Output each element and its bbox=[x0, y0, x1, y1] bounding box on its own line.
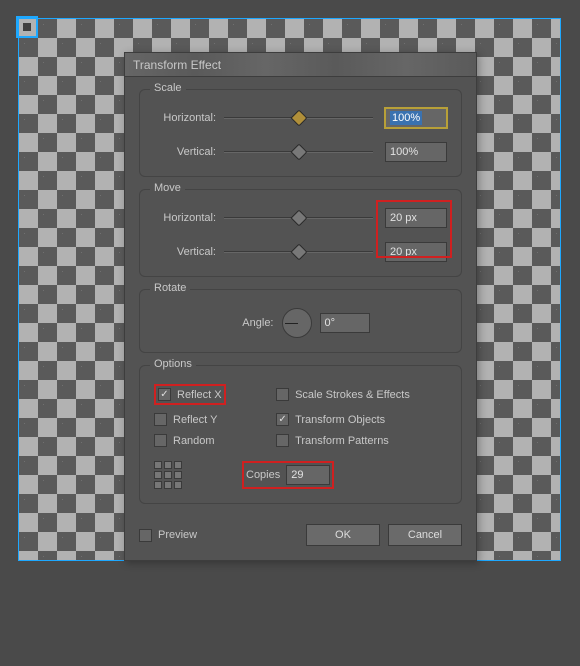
options-legend: Options bbox=[150, 358, 196, 370]
angle-dial[interactable] bbox=[282, 308, 312, 338]
transform-patterns-label: Transform Patterns bbox=[295, 435, 389, 447]
preview-label: Preview bbox=[158, 529, 197, 541]
checkbox-icon: ✓ bbox=[276, 413, 289, 426]
slider-thumb-icon[interactable] bbox=[290, 244, 307, 261]
scale-section: Scale Horizontal: 100% Vertical: 100% bbox=[139, 89, 462, 177]
copies-label: Copies bbox=[246, 469, 286, 481]
scale-horizontal-row: Horizontal: 100% bbox=[154, 108, 447, 128]
reflect-y-checkbox[interactable]: Reflect Y bbox=[154, 413, 276, 426]
scale-strokes-checkbox[interactable]: Scale Strokes & Effects bbox=[276, 384, 447, 405]
checkbox-icon bbox=[139, 529, 152, 542]
reflect-y-label: Reflect Y bbox=[173, 414, 217, 426]
dialog-title: Transform Effect bbox=[133, 58, 221, 72]
highlight-copies: Copies 29 bbox=[242, 461, 334, 489]
copies-row: Copies 29 bbox=[154, 461, 447, 489]
move-horizontal-input[interactable]: 20 px bbox=[385, 208, 447, 228]
scale-vertical-input[interactable]: 100% bbox=[385, 142, 447, 162]
transform-patterns-checkbox[interactable]: Transform Patterns bbox=[276, 434, 447, 447]
rotate-angle-row: Angle: 0° bbox=[154, 308, 447, 338]
transform-objects-label: Transform Objects bbox=[295, 414, 385, 426]
artboard-object bbox=[23, 23, 31, 31]
move-vertical-row: Vertical: 20 px bbox=[154, 242, 447, 262]
move-vertical-input[interactable]: 20 px bbox=[385, 242, 447, 262]
options-section: Options ✓ Reflect X Scale Strokes & Effe… bbox=[139, 365, 462, 504]
ok-button[interactable]: OK bbox=[306, 524, 380, 546]
random-label: Random bbox=[173, 435, 215, 447]
move-horizontal-label: Horizontal: bbox=[154, 212, 224, 224]
move-vertical-slider[interactable] bbox=[224, 245, 373, 259]
scale-horizontal-label: Horizontal: bbox=[154, 112, 224, 124]
copies-input[interactable]: 29 bbox=[286, 465, 330, 485]
dialog-footer: Preview OK Cancel bbox=[139, 516, 462, 546]
move-horizontal-slider[interactable] bbox=[224, 211, 373, 225]
preview-checkbox[interactable]: Preview bbox=[139, 529, 197, 542]
transform-effect-dialog: Transform Effect Scale Horizontal: 100% … bbox=[124, 52, 477, 561]
reflect-x-checkbox[interactable]: ✓ Reflect X bbox=[158, 388, 222, 401]
slider-thumb-icon[interactable] bbox=[290, 210, 307, 227]
move-vertical-label: Vertical: bbox=[154, 246, 224, 258]
slider-thumb-icon[interactable] bbox=[290, 144, 307, 161]
angle-needle-icon bbox=[285, 323, 298, 324]
rotate-section: Rotate Angle: 0° bbox=[139, 289, 462, 353]
checkbox-icon bbox=[276, 388, 289, 401]
checkbox-icon: ✓ bbox=[158, 388, 171, 401]
scale-strokes-label: Scale Strokes & Effects bbox=[295, 389, 410, 401]
dialog-titlebar[interactable]: Transform Effect bbox=[125, 53, 476, 77]
cancel-button[interactable]: Cancel bbox=[388, 524, 462, 546]
scale-legend: Scale bbox=[150, 82, 186, 94]
registration-point-selector[interactable] bbox=[154, 461, 182, 489]
move-legend: Move bbox=[150, 182, 185, 194]
reflect-x-label: Reflect X bbox=[177, 389, 222, 401]
dialog-body: Scale Horizontal: 100% Vertical: 100% bbox=[125, 77, 476, 560]
highlight-reflect-x: ✓ Reflect X bbox=[154, 384, 226, 405]
options-grid: ✓ Reflect X Scale Strokes & Effects Refl… bbox=[154, 384, 447, 447]
transform-objects-checkbox[interactable]: ✓ Transform Objects bbox=[276, 413, 447, 426]
scale-vertical-slider[interactable] bbox=[224, 145, 373, 159]
slider-thumb-icon[interactable] bbox=[290, 110, 307, 127]
scale-vertical-row: Vertical: 100% bbox=[154, 142, 447, 162]
random-checkbox[interactable]: Random bbox=[154, 434, 276, 447]
scale-vertical-label: Vertical: bbox=[154, 146, 224, 158]
checkbox-icon bbox=[154, 413, 167, 426]
scale-horizontal-slider[interactable] bbox=[224, 111, 373, 125]
selection-handle[interactable] bbox=[16, 16, 38, 38]
rotate-angle-input[interactable]: 0° bbox=[320, 313, 370, 333]
move-horizontal-row: Horizontal: 20 px bbox=[154, 208, 447, 228]
checkbox-icon bbox=[276, 434, 289, 447]
scale-horizontal-input[interactable]: 100% bbox=[385, 108, 447, 128]
move-section: Move Horizontal: 20 px Vertical: 20 px bbox=[139, 189, 462, 277]
checkbox-icon bbox=[154, 434, 167, 447]
rotate-legend: Rotate bbox=[150, 282, 190, 294]
rotate-angle-label: Angle: bbox=[232, 317, 282, 329]
